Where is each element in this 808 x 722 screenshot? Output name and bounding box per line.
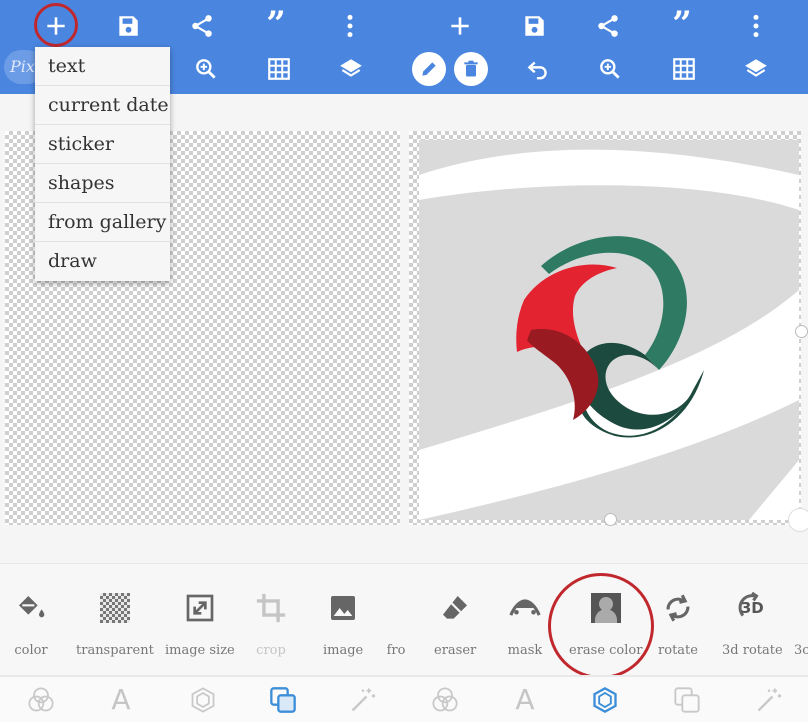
undo-icon[interactable] [518, 49, 558, 89]
tab-magic[interactable] [348, 685, 378, 715]
magic-wand-icon-right [757, 688, 782, 712]
zoom-icon-right[interactable] [590, 49, 630, 89]
highlight-circle-erase-color [548, 573, 654, 679]
tool-image-label: image [323, 643, 364, 658]
text-tab-letter-right: A [515, 683, 535, 716]
tool-from-label: fro [386, 643, 406, 658]
menu-item-text[interactable]: text [35, 47, 170, 86]
overlap-squares-icon-right [674, 687, 700, 713]
tab-text-right[interactable]: A [510, 685, 540, 715]
resize-handle-bottom[interactable] [604, 513, 617, 526]
3d-rotate-icon: 3D [732, 588, 772, 628]
quote-icon[interactable]: ” [256, 10, 296, 38]
menu-item-current-date[interactable]: current date [35, 86, 170, 125]
tool-image[interactable]: image [323, 588, 363, 658]
pencil-icon[interactable] [412, 52, 446, 86]
add-icon-right[interactable] [440, 6, 480, 46]
circles-icon-right [432, 687, 458, 712]
share-icon[interactable] [182, 6, 222, 46]
more-vertical-icon-right[interactable] [736, 6, 776, 46]
tool-mask-label: mask [507, 643, 543, 658]
tool-3d-rotate[interactable]: 3D 3d rotate [722, 588, 783, 658]
tool-3c[interactable]: 3c [794, 588, 808, 658]
tool-eraser[interactable]: eraser [434, 588, 476, 658]
quote-icon-right[interactable]: ” [662, 10, 702, 38]
overlap-squares-icon [270, 687, 296, 713]
tool-3c-label: 3c [794, 643, 808, 658]
paint-bucket-icon [11, 588, 51, 628]
tool-eraser-label: eraser [434, 643, 477, 658]
logo-artwork [419, 140, 799, 520]
tool-rotate[interactable]: rotate [658, 588, 698, 658]
more-vertical-icon[interactable] [330, 6, 370, 46]
trash-icon[interactable] [454, 52, 488, 86]
tab-effects[interactable] [26, 685, 56, 715]
logo-image-layer[interactable] [419, 140, 799, 520]
tool-transparent-label: transparent [76, 643, 154, 658]
tool-3d-rotate-label: 3d rotate [722, 643, 783, 658]
highlight-circle [34, 3, 78, 47]
rotate-icon [658, 588, 698, 628]
text-tab-letter: A [111, 683, 131, 716]
menu-item-shapes[interactable]: shapes [35, 164, 170, 203]
tool-from[interactable]: fro [376, 588, 416, 658]
tool-rotate-label: rotate [658, 643, 698, 658]
tool-transparent[interactable]: transparent [76, 588, 154, 658]
menu-item-sticker[interactable]: sticker [35, 125, 170, 164]
menu-item-from-gallery[interactable]: from gallery [35, 203, 170, 242]
tab-layers-active[interactable] [268, 685, 298, 715]
tool-color-label: color [14, 643, 48, 658]
transparent-grid-icon [95, 588, 135, 628]
eraser-icon [435, 588, 475, 628]
save-icon-right[interactable] [514, 6, 554, 46]
zoom-icon[interactable] [186, 49, 226, 89]
resize-handle-right[interactable] [795, 325, 808, 338]
circles-icon [28, 687, 54, 712]
grid-icon[interactable] [259, 49, 299, 89]
3d-badge: 3D [740, 599, 764, 617]
hexagon-icon-right [593, 686, 617, 714]
tool-crop-label: crop [256, 643, 286, 658]
tool-mask[interactable]: mask [505, 588, 545, 658]
tool-strip: color transparent image size crop image … [0, 563, 808, 675]
tool-color[interactable]: color [11, 588, 51, 658]
mask-icon [505, 588, 545, 628]
menu-item-draw[interactable]: draw [35, 242, 170, 281]
tool-3c-icon-placeholder [795, 588, 808, 628]
crop-icon [251, 588, 291, 628]
tool-crop[interactable]: crop [251, 588, 291, 658]
tool-image-size-label: image size [165, 643, 235, 658]
tab-effects-right[interactable] [430, 685, 460, 715]
tool-from-icon-placeholder [376, 588, 416, 628]
tab-magic-right[interactable] [754, 685, 784, 715]
layers-icon[interactable] [331, 49, 371, 89]
save-icon[interactable] [108, 6, 148, 46]
image-icon [323, 588, 363, 628]
add-menu: text current date sticker shapes from ga… [35, 47, 170, 281]
tab-shape-active-right[interactable] [590, 685, 620, 715]
layers-icon-right[interactable] [736, 49, 776, 89]
share-icon-right[interactable] [588, 6, 628, 46]
resize-handle-corner[interactable] [788, 508, 808, 532]
bottom-tab-bar: A A [0, 675, 808, 722]
tab-shape[interactable] [188, 685, 218, 715]
tool-image-size[interactable]: image size [165, 588, 235, 658]
hexagon-icon [191, 687, 215, 713]
resize-icon [180, 588, 220, 628]
grid-icon-right[interactable] [664, 49, 704, 89]
tab-text[interactable]: A [106, 685, 136, 715]
magic-wand-icon [351, 688, 376, 712]
tab-layers-right[interactable] [672, 685, 702, 715]
